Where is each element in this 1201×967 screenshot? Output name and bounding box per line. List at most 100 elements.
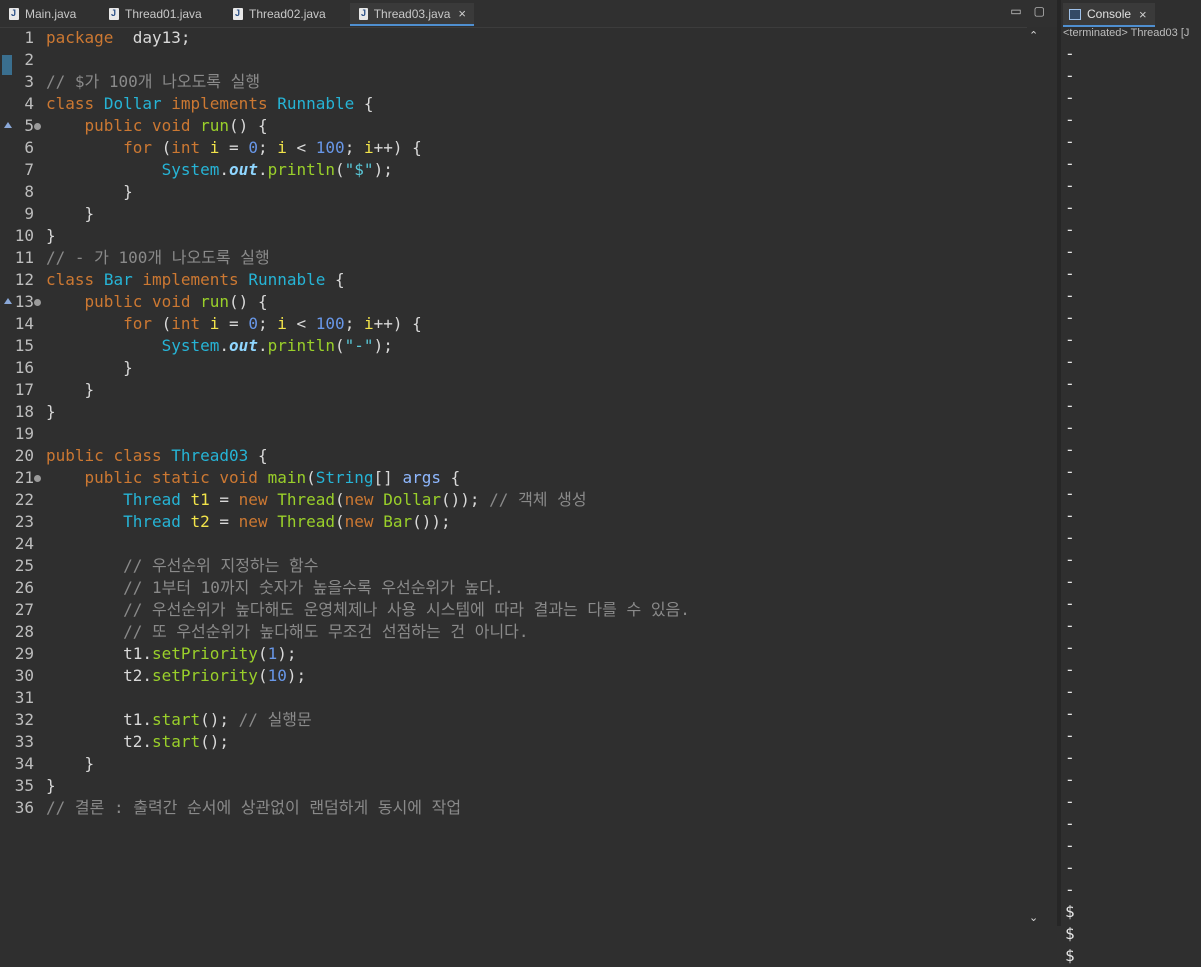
code-line[interactable]: 21 public static void main(String[] args… — [0, 467, 1027, 489]
console-line: - — [1065, 44, 1075, 63]
code-line[interactable]: 3 // $가 100개 나오도록 실행 — [0, 71, 1027, 93]
tab-main-java[interactable]: J Main.java — [0, 3, 99, 25]
code-line[interactable]: 12 class Bar implements Runnable { — [0, 269, 1027, 291]
vertical-scrollbar[interactable]: ⌃ ⌄ — [1027, 27, 1043, 926]
editor-pane[interactable]: J Main.java J Thread01.java J Thread02.j… — [0, 0, 1057, 926]
scroll-down-icon[interactable]: ⌄ — [1029, 911, 1038, 924]
code-line[interactable]: 35} — [0, 775, 1027, 797]
minimize-icon[interactable]: ▭ — [1010, 4, 1021, 18]
code-line[interactable]: 17 } — [0, 379, 1027, 401]
code-line[interactable]: 5 public void run() { — [0, 115, 1027, 137]
code-token: ); — [373, 336, 393, 355]
code-token: = — [209, 490, 239, 509]
code-line[interactable]: 31 — [0, 687, 1027, 709]
code-line[interactable]: 19 — [0, 423, 1027, 445]
fold-toggle-icon[interactable] — [34, 123, 41, 130]
code-token: Bar — [383, 512, 413, 531]
code-line[interactable]: 6 for (int i = 0; i < 100; i++) { — [0, 137, 1027, 159]
code-line[interactable]: 22 Thread t1 = new Thread(new Dollar());… — [0, 489, 1027, 511]
code-line[interactable]: 33 t2.start(); — [0, 731, 1027, 753]
code-line[interactable]: 24 — [0, 533, 1027, 555]
code-token: System — [161, 336, 220, 355]
code-line[interactable]: 9 } — [0, 203, 1027, 225]
java-file-icon: J — [109, 8, 119, 20]
code-line[interactable]: 18} — [0, 401, 1027, 423]
code-token: t1 — [190, 490, 210, 509]
console-output[interactable]: - - - - - - - - - - - - - - - - - - - - - - - - - - - - - - - - - - - - - - - $… — [1065, 43, 1075, 967]
code-token: // 실행문 — [238, 710, 312, 729]
code-token: ++) { — [373, 138, 422, 157]
code-line[interactable]: 30 t2.setPriority(10); — [0, 665, 1027, 687]
code-line[interactable]: 34 } — [0, 753, 1027, 775]
fold-toggle-icon[interactable] — [34, 299, 41, 306]
code-line[interactable]: 11 // - 가 100개 나오도록 실행 — [0, 247, 1027, 269]
console-line: - — [1065, 726, 1075, 745]
code-text: public void run() { — [46, 115, 268, 137]
code-token: // 또 우선순위가 높다해도 무조건 선점하는 건 아니다. — [123, 622, 529, 641]
code-line[interactable]: 23 Thread t2 = new Thread(new Bar()); — [0, 511, 1027, 533]
code-token: i — [363, 138, 374, 157]
code-token: () { — [229, 116, 268, 135]
code-token: t1. — [46, 644, 152, 663]
console-tab-label: Console — [1087, 7, 1132, 21]
tab-console[interactable]: Console × — [1063, 3, 1155, 27]
code-token: int — [171, 138, 201, 157]
code-token: ( — [151, 138, 172, 157]
close-icon[interactable]: × — [1139, 7, 1147, 22]
close-icon[interactable]: × — [458, 7, 466, 20]
line-number: 25 — [14, 556, 34, 575]
code-line[interactable]: 1 package day13; — [0, 27, 1027, 49]
code-line[interactable]: 10} — [0, 225, 1027, 247]
code-token: new — [238, 490, 268, 509]
code-token: = — [219, 138, 249, 157]
code-token: void — [151, 292, 191, 311]
code-token: Thread — [123, 512, 181, 531]
code-token: ( — [335, 490, 345, 509]
code-line[interactable]: 26 // 1부터 10까지 숫자가 높을수록 우선순위가 높다. — [0, 577, 1027, 599]
console-pane[interactable]: Console × <terminated> Thread03 [J -----… — [1061, 0, 1201, 965]
code-line[interactable]: 14 for (int i = 0; i < 100; i++) { — [0, 313, 1027, 335]
code-line[interactable]: 4 class Dollar implements Runnable { — [0, 93, 1027, 115]
code-line[interactable]: 27 // 우선순위가 높다해도 운영체제나 사용 시스템에 따라 결과는 다를… — [0, 599, 1027, 621]
code-line[interactable]: 8 } — [0, 181, 1027, 203]
code-line[interactable]: 16 } — [0, 357, 1027, 379]
code-line[interactable]: 2 — [0, 49, 1027, 71]
code-text: for (int i = 0; i < 100; i++) { — [46, 313, 422, 335]
code-line[interactable]: 7 System.out.println("$"); — [0, 159, 1027, 181]
tab-thread01-java[interactable]: J Thread01.java — [100, 3, 222, 25]
code-token: public — [84, 468, 143, 487]
tab-thread03-java[interactable]: J Thread03.java × — [350, 3, 474, 26]
code-token: System — [161, 160, 220, 179]
code-text: // 우선순위가 높다해도 운영체제나 사용 시스템에 따라 결과는 다를 수 … — [46, 599, 690, 621]
overview-ruler[interactable] — [1043, 27, 1057, 926]
code-line[interactable]: 28 // 또 우선순위가 높다해도 무조건 선점하는 건 아니다. — [0, 621, 1027, 643]
tab-thread02-java[interactable]: J Thread02.java — [224, 3, 346, 25]
code-line[interactable]: 15 System.out.println("-"); — [0, 335, 1027, 357]
console-line: - — [1065, 418, 1075, 437]
scroll-up-icon[interactable]: ⌃ — [1029, 29, 1038, 42]
code-line[interactable]: 20 public class Thread03 { — [0, 445, 1027, 467]
code-token: Dollar — [383, 490, 441, 509]
code-token: ()); — [412, 512, 451, 531]
console-line: - — [1065, 154, 1075, 173]
code-area[interactable]: 1 package day13; 2 3// $가 100개 나오도록 실행 4 clas… — [0, 27, 1027, 926]
maximize-icon[interactable]: ▢ — [1034, 4, 1045, 18]
code-text: // 1부터 10까지 숫자가 높을수록 우선순위가 높다. — [46, 577, 504, 599]
fold-toggle-icon[interactable] — [34, 475, 41, 482]
code-line[interactable]: 32 t1.start(); // 실행문 — [0, 709, 1027, 731]
code-text: for (int i = 0; i < 100; i++) { — [46, 137, 422, 159]
code-line[interactable]: 36 // 결론 : 출력간 순서에 상관없이 랜덤하게 동시에 작업 — [0, 797, 1027, 819]
console-line: $ — [1065, 946, 1075, 965]
code-line[interactable]: 25 // 우선순위 지정하는 함수 — [0, 555, 1027, 577]
code-line[interactable]: 13 public void run() { — [0, 291, 1027, 313]
code-text: } — [46, 357, 133, 379]
code-line[interactable]: 29 t1.setPriority(1); — [0, 643, 1027, 665]
